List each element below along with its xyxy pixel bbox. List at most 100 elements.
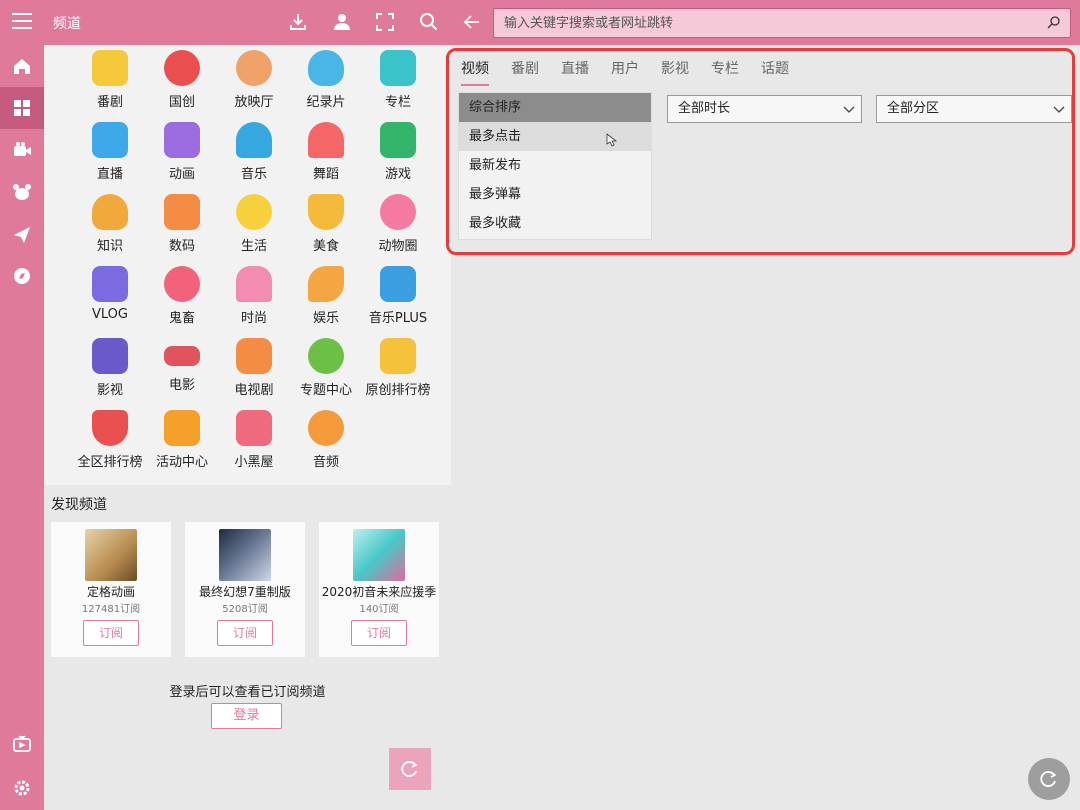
lightbulb-icon bbox=[92, 194, 128, 230]
download-icon[interactable] bbox=[287, 11, 309, 33]
channel-guochuang[interactable]: 国创 bbox=[146, 50, 218, 118]
search-submit-icon[interactable] bbox=[1046, 15, 1062, 31]
guochuang-icon bbox=[164, 50, 200, 86]
search-results-panel: 视频 番剧 直播 用户 影视 专栏 话题 综合排序 最多点击 最新发布 最多弹幕… bbox=[451, 45, 1080, 810]
play-icon bbox=[164, 122, 200, 158]
search-input[interactable] bbox=[494, 9, 1070, 37]
zone-filter[interactable]: 全部分区 bbox=[876, 95, 1072, 123]
search-box bbox=[493, 8, 1071, 38]
channel-thumbnail bbox=[85, 529, 137, 581]
channel-live[interactable]: 直播 bbox=[74, 122, 146, 190]
refresh-icon bbox=[401, 761, 418, 777]
tv-icon[interactable] bbox=[0, 723, 44, 765]
sort-option-most-favorites[interactable]: 最多收藏 bbox=[459, 209, 651, 238]
compass-icon[interactable] bbox=[0, 255, 44, 297]
tab-video[interactable]: 视频 bbox=[461, 58, 489, 86]
channel-card[interactable]: 定格动画 127481订阅 订阅 bbox=[51, 522, 171, 657]
channel-bangumi[interactable]: 番剧 bbox=[74, 50, 146, 118]
channel-entertainment[interactable]: 娱乐 bbox=[290, 266, 362, 334]
bowl-icon bbox=[308, 194, 344, 230]
tab-column[interactable]: 专栏 bbox=[711, 58, 739, 86]
subscribe-button[interactable]: 订阅 bbox=[217, 620, 273, 646]
channel-digital[interactable]: 数码 bbox=[146, 194, 218, 262]
channel-movie[interactable]: 电影 bbox=[146, 338, 218, 406]
crown-icon bbox=[380, 338, 416, 374]
channel-tv-series[interactable]: 电视剧 bbox=[218, 338, 290, 406]
refresh-float-button[interactable] bbox=[1028, 758, 1070, 800]
page-title: 频道 bbox=[53, 16, 81, 32]
bear-icon[interactable] bbox=[0, 171, 44, 213]
settings-icon[interactable] bbox=[0, 767, 44, 809]
fan-icon bbox=[308, 122, 344, 158]
subscribe-button[interactable]: 订阅 bbox=[351, 620, 407, 646]
channel-icon[interactable] bbox=[0, 87, 44, 129]
lion-icon bbox=[164, 266, 200, 302]
login-hint: 登录后可以查看已订阅频道 bbox=[169, 685, 326, 700]
channel-cinema[interactable]: 放映厅 bbox=[218, 50, 290, 118]
top-bar: 频道 bbox=[0, 0, 1080, 45]
3d-glasses-icon bbox=[164, 346, 200, 366]
login-button[interactable]: 登录 bbox=[211, 703, 282, 729]
sort-dropdown-list: 综合排序 最多点击 最新发布 最多弹幕 最多收藏 bbox=[458, 92, 652, 240]
camera-photo-icon bbox=[164, 194, 200, 230]
chevron-down-icon bbox=[843, 106, 855, 113]
channel-blackroom[interactable]: 小黑屋 bbox=[218, 410, 290, 478]
whale-icon bbox=[308, 50, 344, 86]
channel-music[interactable]: 音乐 bbox=[218, 122, 290, 190]
channel-activity-center[interactable]: 活动中心 bbox=[146, 410, 218, 478]
side-rail bbox=[0, 45, 44, 810]
sort-option-newest[interactable]: 最新发布 bbox=[459, 151, 651, 180]
channel-card[interactable]: 最终幻想7重制版 5208订阅 订阅 bbox=[185, 522, 305, 657]
back-arrow-icon[interactable] bbox=[461, 11, 483, 33]
tab-film[interactable]: 影视 bbox=[661, 58, 689, 86]
chat-bubble-icon bbox=[308, 338, 344, 374]
home-icon[interactable] bbox=[0, 45, 44, 87]
refresh-icon bbox=[1040, 771, 1057, 787]
channel-game[interactable]: 游戏 bbox=[362, 122, 434, 190]
channel-panel: 番剧 国创 放映厅 纪录片 专栏 直播 动画 音乐 舞蹈 游戏 知识 数码 生活… bbox=[44, 45, 451, 810]
channel-thumbnail bbox=[219, 529, 271, 581]
channel-film-tv[interactable]: 影视 bbox=[74, 338, 146, 406]
channel-audio[interactable]: 音频 bbox=[290, 410, 362, 478]
tab-topic[interactable]: 话题 bbox=[761, 58, 789, 86]
scan-icon[interactable] bbox=[374, 11, 396, 33]
user-icon[interactable] bbox=[331, 11, 353, 33]
sort-option-most-danmaku[interactable]: 最多弹幕 bbox=[459, 180, 651, 209]
channel-food[interactable]: 美食 bbox=[290, 194, 362, 262]
live-icon[interactable] bbox=[0, 129, 44, 171]
plane-icon[interactable] bbox=[0, 213, 44, 255]
tab-live[interactable]: 直播 bbox=[561, 58, 589, 86]
channel-knowledge[interactable]: 知识 bbox=[74, 194, 146, 262]
vlog-icon bbox=[92, 266, 128, 302]
music-note-icon bbox=[380, 266, 416, 302]
channel-life[interactable]: 生活 bbox=[218, 194, 290, 262]
channel-original-ranking[interactable]: 原创排行榜 bbox=[362, 338, 434, 406]
channel-vlog[interactable]: VLOG bbox=[74, 266, 146, 334]
sort-option-comprehensive[interactable]: 综合排序 bbox=[459, 93, 651, 122]
channel-music-plus[interactable]: 音乐PLUS bbox=[362, 266, 434, 334]
channel-topic-center[interactable]: 专题中心 bbox=[290, 338, 362, 406]
trophy-icon bbox=[92, 410, 128, 446]
tab-bangumi[interactable]: 番剧 bbox=[511, 58, 539, 86]
search-icon[interactable] bbox=[418, 11, 440, 33]
channel-all-ranking[interactable]: 全区排行榜 bbox=[74, 410, 146, 478]
clapperboard-icon bbox=[92, 338, 128, 374]
refresh-button[interactable] bbox=[389, 748, 431, 790]
sort-option-most-clicks[interactable]: 最多点击 bbox=[459, 122, 651, 151]
duck-icon bbox=[236, 194, 272, 230]
subscribe-button[interactable]: 订阅 bbox=[83, 620, 139, 646]
channel-animal[interactable]: 动物圈 bbox=[362, 194, 434, 262]
tab-user[interactable]: 用户 bbox=[611, 58, 639, 86]
duration-filter[interactable]: 全部时长 bbox=[667, 95, 862, 123]
headphones-icon bbox=[236, 122, 272, 158]
channel-documentary[interactable]: 纪录片 bbox=[290, 50, 362, 118]
channel-dance[interactable]: 舞蹈 bbox=[290, 122, 362, 190]
menu-icon[interactable] bbox=[12, 13, 32, 31]
channel-animation[interactable]: 动画 bbox=[146, 122, 218, 190]
article-icon bbox=[380, 50, 416, 86]
channel-column[interactable]: 专栏 bbox=[362, 50, 434, 118]
channel-card[interactable]: 2020初音未来应援季 140订阅 订阅 bbox=[319, 522, 439, 657]
channel-fashion[interactable]: 时尚 bbox=[218, 266, 290, 334]
channel-kichiku[interactable]: 鬼畜 bbox=[146, 266, 218, 334]
flag-icon bbox=[164, 410, 200, 446]
